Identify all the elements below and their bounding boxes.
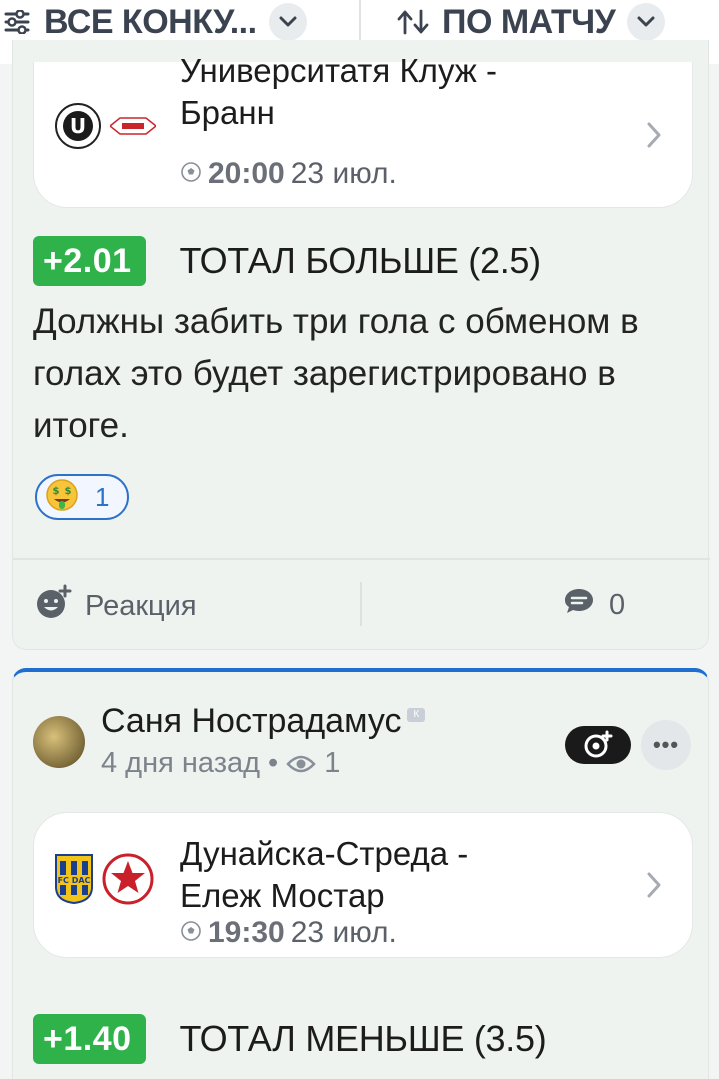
add-reaction-icon <box>35 584 73 628</box>
match-teams-line2: Ележ Мостар <box>180 877 385 914</box>
comments-count: 0 <box>609 588 626 621</box>
match-date: 23 июл. <box>290 916 397 949</box>
universitatea-cluj-logo-icon: U <box>54 102 102 155</box>
reaction-button-label: Реакция <box>85 589 197 622</box>
chevron-down-icon <box>268 3 307 41</box>
reaction-chip[interactable]: $ $ 1 <box>35 474 129 520</box>
odds-badge: +1.40 <box>33 1014 146 1064</box>
chevron-right-icon <box>646 121 662 154</box>
match-date: 23 июл. <box>290 157 397 190</box>
sliders-icon <box>4 10 30 34</box>
odds-badge: +2.01 <box>33 236 146 286</box>
svg-text:$: $ <box>53 486 60 497</box>
share-icon <box>582 730 614 760</box>
match-time: 19:30 23 июл. <box>180 916 397 950</box>
post-author[interactable]: Саня Нострадамус К 4 дня назад • 1 <box>33 702 426 780</box>
velez-mostar-logo-icon <box>102 853 154 910</box>
chevron-down-icon <box>627 3 666 41</box>
author-name-row: Саня Нострадамус К <box>101 702 426 741</box>
match-teams-line2: Бранн <box>180 94 275 131</box>
competition-filter[interactable]: ВСЕ КОНКУ... <box>4 0 307 44</box>
sort-filter[interactable]: ПО МАТЧУ <box>396 0 666 44</box>
brann-logo-icon <box>108 116 158 141</box>
match-teams-line1: Дунайска-Стреда - <box>180 835 469 872</box>
more-dots-icon: ••• <box>652 732 680 757</box>
svg-text:$: $ <box>65 486 72 497</box>
share-button[interactable] <box>565 726 631 764</box>
team-logos: FC DAC <box>54 853 154 910</box>
views-count: 1 <box>324 747 341 779</box>
soccer-ball-icon <box>180 916 202 950</box>
pick-market: ТОТАЛ БОЛЬШЕ (2.5) <box>179 240 542 281</box>
actions-divider <box>360 582 362 626</box>
competition-filter-label: ВСЕ КОНКУ... <box>44 2 257 41</box>
prediction-comment: Должны забить три гола с обменом в голах… <box>33 302 639 445</box>
match-teams: Университатя Клуж - Бранн <box>180 50 497 134</box>
match-card[interactable]: FC DAC Дунайска-Стреда - Ележ Мостар 19:… <box>33 812 693 958</box>
comments-button[interactable]: 0 <box>563 586 625 624</box>
svg-text:U: U <box>70 114 86 138</box>
match-teams-line1: Университатя Клуж - <box>180 52 498 89</box>
chevron-right-icon <box>646 871 662 904</box>
eye-icon <box>286 753 316 775</box>
match-time: 20:00 23 июл. <box>180 157 397 191</box>
card-actions: Реакция 0 <box>13 560 710 648</box>
sort-arrows-icon <box>396 9 430 35</box>
soccer-ball-icon <box>180 157 202 191</box>
comment-bubble-icon <box>563 586 595 624</box>
dunajska-streda-logo-icon: FC DAC <box>54 853 94 910</box>
author-info: Саня Нострадамус К 4 дня назад • 1 <box>101 702 426 780</box>
rank-badge-icon: К <box>407 707 426 722</box>
prediction-card: U Университатя Клуж - Бранн 20:00 23 июл… <box>12 40 710 650</box>
pick-market: ТОТАЛ МЕНЬШЕ (3.5) <box>179 1018 547 1059</box>
reaction-button[interactable]: Реакция <box>35 584 197 628</box>
match-start-time: 20:00 <box>208 157 285 190</box>
author-name[interactable]: Саня Нострадамус <box>101 702 401 741</box>
post-time-ago: 4 дня назад <box>101 747 261 779</box>
pick-row: +2.01 ТОТАЛ БОЛЬШЕ (2.5) <box>33 236 541 286</box>
more-options-button[interactable]: ••• <box>641 720 691 770</box>
match-teams: Дунайска-Стреда - Ележ Мостар <box>180 833 468 917</box>
reaction-count: 1 <box>95 481 110 512</box>
pick-row: +1.40 ТОТАЛ МЕНЬШЕ (3.5) <box>33 1014 547 1064</box>
svg-text:FC DAC: FC DAC <box>58 876 91 885</box>
team-logos: U <box>54 102 158 155</box>
meta-separator: • <box>268 747 279 779</box>
prediction-card: Саня Нострадамус К 4 дня назад • 1 ••• F… <box>12 668 709 1079</box>
post-meta: 4 дня назад • 1 <box>101 747 425 780</box>
match-card[interactable]: U Университатя Клуж - Бранн 20:00 23 июл… <box>33 52 693 208</box>
match-start-time: 19:30 <box>208 916 285 949</box>
money-face-emoji-icon: $ $ <box>45 478 79 517</box>
avatar[interactable] <box>33 716 85 768</box>
sort-filter-label: ПО МАТЧУ <box>442 2 616 41</box>
